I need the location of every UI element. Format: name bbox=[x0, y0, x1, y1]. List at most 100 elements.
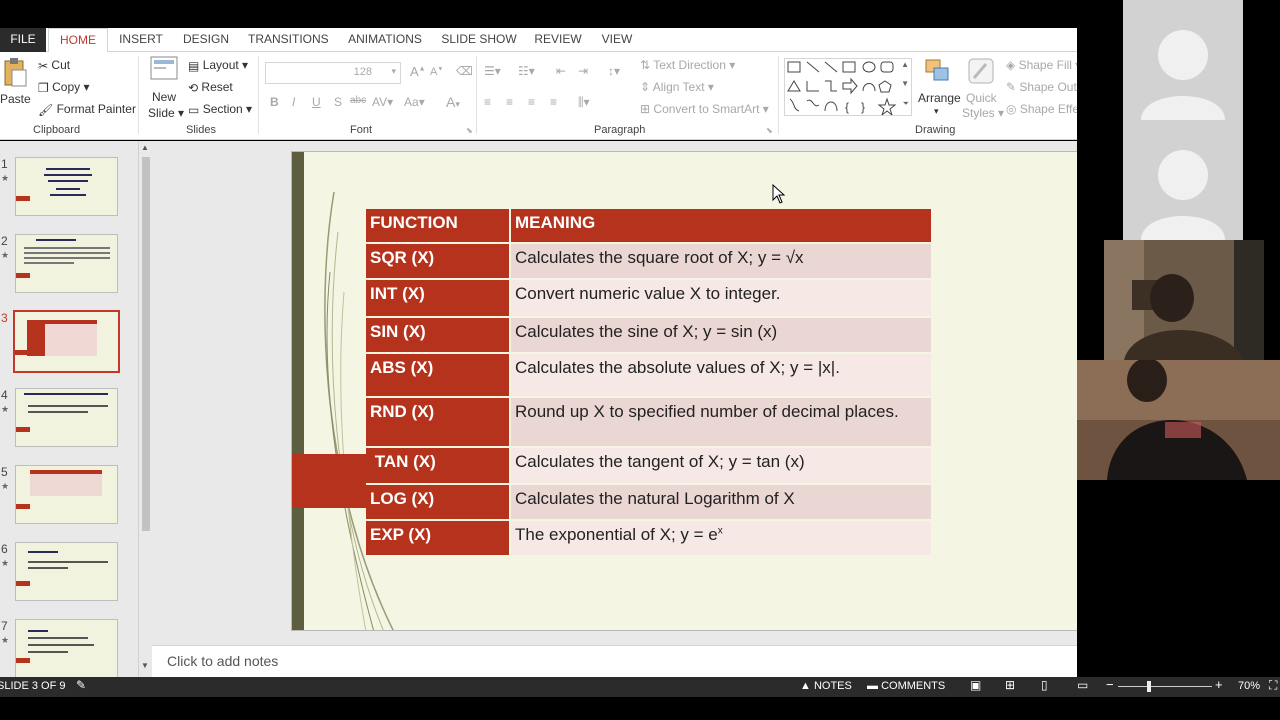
change-case-button[interactable]: Aa▾ bbox=[404, 95, 425, 109]
participant-avatar[interactable] bbox=[1123, 0, 1243, 120]
align-left-icon[interactable]: ≡ bbox=[484, 95, 491, 109]
strikethrough-button[interactable]: abc bbox=[350, 95, 366, 106]
increase-indent-icon[interactable]: ⇥ bbox=[578, 64, 588, 78]
tab-insert[interactable]: INSERT bbox=[118, 28, 164, 52]
thumbnail-scrollbar[interactable]: ▲ ▼ bbox=[138, 141, 152, 677]
align-center-icon[interactable]: ≡ bbox=[506, 95, 513, 109]
zoom-in-button[interactable]: + bbox=[1215, 677, 1223, 692]
table-cell-meaning: The exponential of X; y = ex bbox=[510, 520, 931, 557]
thumb-number: 2 bbox=[1, 234, 8, 248]
scroll-down-icon[interactable]: ▼ bbox=[141, 661, 149, 670]
shrink-font-button[interactable]: A▼ bbox=[430, 66, 443, 78]
thumbnail-slide-7[interactable] bbox=[15, 619, 118, 679]
slide-sorter-icon[interactable]: ⊞ bbox=[1005, 678, 1015, 692]
shadow-button[interactable]: S bbox=[334, 95, 342, 109]
scrollbar-thumb[interactable] bbox=[142, 157, 150, 531]
tab-design[interactable]: DESIGN bbox=[180, 28, 232, 52]
scroll-down-icon[interactable]: ▼ bbox=[901, 79, 909, 88]
paste-icon[interactable] bbox=[2, 58, 28, 91]
font-color-button[interactable]: A▾ bbox=[446, 94, 460, 110]
columns-icon[interactable]: ⫼▾ bbox=[578, 95, 590, 110]
grow-font-button[interactable]: A▲ bbox=[410, 64, 426, 79]
numbering-icon[interactable]: ☷▾ bbox=[518, 64, 535, 78]
thumbnail-slide-5[interactable] bbox=[15, 465, 118, 524]
tab-file[interactable]: FILE bbox=[0, 28, 46, 52]
justify-icon[interactable]: ≡ bbox=[550, 95, 557, 109]
arrange-icon[interactable] bbox=[924, 58, 952, 87]
font-dialog-launcher-icon[interactable]: ⬊ bbox=[466, 126, 473, 135]
scissors-icon: ✂ bbox=[38, 58, 49, 73]
shape-fill-button[interactable]: ◈ Shape Fill ▾ bbox=[1006, 58, 1081, 72]
thumbnail-slide-2[interactable] bbox=[15, 234, 118, 293]
shape-effects-button[interactable]: ◎ Shape Effe bbox=[1006, 102, 1079, 116]
bold-button[interactable]: B bbox=[270, 95, 279, 109]
char-spacing-button[interactable]: AV▾ bbox=[372, 95, 393, 109]
tab-home[interactable]: HOME bbox=[48, 28, 108, 53]
decrease-indent-icon[interactable]: ⇤ bbox=[556, 64, 566, 78]
participant-video[interactable] bbox=[1077, 360, 1280, 480]
align-right-icon[interactable]: ≡ bbox=[528, 95, 535, 109]
paragraph-group-label: Paragraph bbox=[594, 124, 646, 136]
participant-avatar[interactable] bbox=[1123, 120, 1243, 240]
paragraph-dialog-launcher-icon[interactable]: ⬊ bbox=[766, 126, 773, 135]
fit-to-window-icon[interactable]: ⛶ bbox=[1269, 678, 1277, 693]
align-text-button[interactable]: ⇕ Align Text ▾ bbox=[640, 80, 714, 94]
layout-button[interactable]: ▤ Layout ▾ bbox=[188, 58, 248, 73]
thumbnail-slide-1[interactable] bbox=[15, 157, 118, 216]
slide-show-icon[interactable]: ▭ bbox=[1077, 678, 1088, 692]
new-slide-label-2[interactable]: Slide ▾ bbox=[148, 106, 184, 120]
table-row: EXP (X) The exponential of X; y = ex bbox=[366, 520, 931, 557]
quick-styles-icon[interactable] bbox=[966, 56, 996, 89]
shape-outline-button[interactable]: ✎ Shape Outl bbox=[1006, 80, 1079, 94]
thumbnail-slide-6[interactable] bbox=[15, 542, 118, 601]
tab-view[interactable]: VIEW bbox=[599, 28, 635, 52]
reset-button[interactable]: ⟲ Reset bbox=[188, 80, 233, 95]
zoom-level[interactable]: 70% bbox=[1238, 680, 1260, 692]
arrange-button[interactable]: Arrange bbox=[918, 91, 961, 105]
cut-button[interactable]: ✂ Cut bbox=[38, 58, 70, 73]
notes-pane[interactable]: Click to add notes bbox=[152, 645, 1077, 677]
tab-transitions[interactable]: TRANSITIONS bbox=[248, 28, 329, 52]
tab-slide-show[interactable]: SLIDE SHOW bbox=[441, 28, 517, 52]
notes-placeholder[interactable]: Click to add notes bbox=[167, 653, 278, 669]
current-slide[interactable]: FUNCTION MEANING SQR (X) Calculates the … bbox=[291, 151, 1142, 631]
thumb-number: 3 bbox=[1, 311, 8, 325]
convert-smartart-button[interactable]: ⊞ Convert to SmartArt ▾ bbox=[640, 102, 769, 116]
notes-toggle-button[interactable]: ▲ NOTES bbox=[800, 680, 852, 692]
font-family-select[interactable]: 128 ▾ bbox=[265, 62, 401, 84]
zoom-slider-handle[interactable] bbox=[1147, 681, 1151, 692]
thumbnail-slide-4[interactable] bbox=[15, 388, 118, 447]
new-slide-label-1[interactable]: New bbox=[152, 90, 176, 104]
paste-button[interactable]: Paste bbox=[0, 92, 31, 106]
underline-button[interactable]: U bbox=[312, 95, 321, 109]
normal-view-icon[interactable]: ▣ bbox=[970, 678, 981, 692]
shapes-gallery[interactable]: {} ▲ ▼ ⏷ bbox=[784, 58, 912, 117]
chevron-down-icon: ▾ bbox=[934, 106, 939, 116]
format-painter-button[interactable]: 🖌 Format Painter bbox=[38, 102, 136, 117]
new-slide-text: Slide bbox=[148, 106, 175, 120]
quick-styles-label-2[interactable]: Styles ▾ bbox=[962, 106, 1004, 120]
notes-edit-icon[interactable]: ✎ bbox=[76, 678, 86, 692]
new-slide-icon[interactable] bbox=[150, 56, 178, 85]
zoom-out-button[interactable]: − bbox=[1106, 677, 1114, 692]
clear-format-icon[interactable]: ⌫ bbox=[456, 64, 473, 78]
line-spacing-icon[interactable]: ↕▾ bbox=[608, 64, 620, 78]
exp-meaning-text: The exponential of X; y = e bbox=[515, 525, 718, 544]
tab-animations[interactable]: ANIMATIONS bbox=[346, 28, 424, 52]
scroll-up-icon[interactable]: ▲ bbox=[141, 143, 149, 152]
bullets-icon[interactable]: ☰▾ bbox=[484, 64, 501, 78]
scroll-up-icon[interactable]: ▲ bbox=[901, 60, 909, 69]
copy-button[interactable]: ❐ Copy ▾ bbox=[38, 80, 89, 95]
more-icon[interactable]: ⏷ bbox=[903, 99, 909, 109]
thumbnail-slide-3[interactable] bbox=[13, 310, 120, 373]
zoom-slider-track[interactable] bbox=[1118, 686, 1212, 687]
tab-review[interactable]: REVIEW bbox=[533, 28, 583, 52]
section-button[interactable]: ▭ Section ▾ bbox=[188, 102, 252, 117]
table-header-row: FUNCTION MEANING bbox=[366, 209, 931, 244]
italic-button[interactable]: I bbox=[292, 95, 295, 109]
reading-view-icon[interactable]: ▯ bbox=[1041, 678, 1048, 692]
quick-styles-label-1[interactable]: Quick bbox=[966, 91, 997, 105]
text-direction-button[interactable]: ⇅ Text Direction ▾ bbox=[640, 58, 735, 72]
comments-toggle-button[interactable]: ▬ COMMENTS bbox=[867, 680, 945, 692]
participant-video[interactable] bbox=[1104, 240, 1264, 360]
